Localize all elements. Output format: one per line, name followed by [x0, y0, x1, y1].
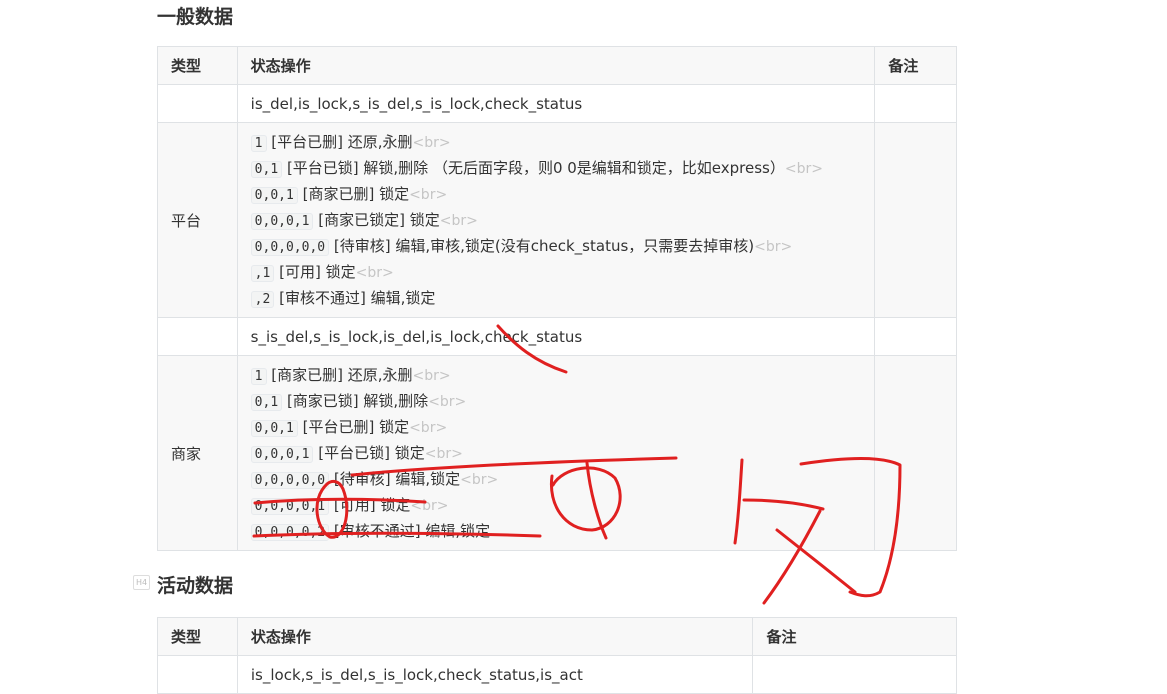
status-line: 1 [商家已删] 还原,永删<br>: [250, 362, 862, 388]
status-description: [商家已删] 还原,永删: [271, 366, 413, 384]
br-tag-literal: <br>: [409, 420, 448, 436]
status-line: 0,0,0,0,0 [待审核] 编辑,锁定<br>: [250, 466, 862, 492]
br-tag-literal: <br>: [439, 213, 478, 229]
status-line: 0,0,0,0,2 [审核不通过] 编辑,锁定: [250, 518, 862, 544]
status-line: 0,1 [商家已锁] 解锁,删除<br>: [250, 388, 862, 414]
br-tag-literal: <br>: [460, 472, 499, 488]
status-line: ,2 [审核不通过] 编辑,锁定: [250, 285, 862, 311]
merchant-ops-cell: 1 [商家已删] 还原,永删<br> 0,1 [商家已锁] 解锁,删除<br> 0,…: [236, 355, 876, 551]
br-tag-literal: <br>: [784, 161, 823, 177]
header-notes: 备注: [752, 617, 957, 656]
status-code: 0,0,0,0,0: [250, 239, 330, 256]
merchant-fields-text: s_is_del,s_is_lock,is_del,is_lock,check_…: [250, 327, 583, 346]
status-code: 0,1: [250, 161, 283, 178]
status-code: 0,0,0,0,2: [250, 524, 330, 541]
status-description: [商家已锁定] 锁定: [318, 211, 440, 229]
status-line: 1 [平台已删] 还原,永删<br>: [250, 129, 862, 155]
br-tag-literal: <br>: [424, 446, 463, 462]
br-tag-literal: <br>: [428, 394, 467, 410]
status-description: [平台已锁] 锁定: [318, 444, 425, 462]
merchant-fields-cell: s_is_del,s_is_lock,is_del,is_lock,check_…: [236, 317, 876, 356]
status-line: 0,0,0,0,1 [可用] 锁定<br>: [250, 492, 862, 518]
status-code: ,1: [250, 265, 275, 282]
notes-cell: [874, 122, 957, 318]
status-description: [商家已锁] 解锁,删除: [286, 392, 429, 410]
status-description: [审核不通过] 编辑,锁定: [333, 522, 491, 540]
header-status-ops: 状态操作: [236, 46, 876, 85]
status-description: [审核不通过] 编辑,锁定: [279, 289, 436, 307]
status-description: [平台已删] 锁定: [302, 418, 410, 436]
status-code: 0,1: [250, 394, 283, 411]
br-tag-literal: <br>: [412, 135, 451, 151]
status-code: 0,0,0,0,0: [250, 472, 330, 489]
status-code: 0,0,0,1: [250, 213, 314, 230]
br-tag-literal: <br>: [754, 239, 793, 255]
type-cell-empty: [157, 317, 238, 356]
platform-fields-text: is_del,is_lock,s_is_del,s_is_lock,check_…: [250, 94, 583, 113]
status-line: 0,0,0,0,0 [待审核] 编辑,审核,锁定(没有check_status，…: [250, 233, 862, 259]
status-code: 0,0,0,0,1: [250, 498, 330, 515]
status-line: 0,0,0,1 [商家已锁定] 锁定<br>: [250, 207, 862, 233]
status-code: 0,0,1: [250, 187, 298, 204]
general-data-table: 类型 状态操作 备注 is_del,is_lock,s_is_del,s_is_…: [157, 46, 957, 551]
status-description: [待审核] 编辑,锁定: [333, 470, 461, 488]
header-type: 类型: [157, 617, 238, 656]
status-description: [可用] 锁定: [333, 496, 411, 514]
header-notes: 备注: [874, 46, 957, 85]
platform-ops-cell: 1 [平台已删] 还原,永删<br> 0,1 [平台已锁] 解锁,删除 （无后面字…: [236, 122, 876, 318]
section-title-activity: 活动数据: [157, 575, 234, 597]
header-status-ops: 状态操作: [236, 617, 754, 656]
status-description: [可用] 锁定: [279, 263, 356, 281]
header-type: 类型: [157, 46, 238, 85]
type-cell-platform: 平台: [157, 122, 238, 318]
status-code: 0,0,0,1: [250, 446, 314, 463]
status-description: [平台已删] 还原,永删: [271, 133, 413, 151]
platform-lines: 1 [平台已删] 还原,永删<br> 0,1 [平台已锁] 解锁,删除 （无后面字…: [250, 129, 862, 311]
platform-fields-cell: is_del,is_lock,s_is_del,s_is_lock,check_…: [236, 84, 876, 123]
status-code: 1: [250, 135, 267, 152]
status-line: 0,0,1 [商家已删] 锁定<br>: [250, 181, 862, 207]
status-code: 1: [250, 368, 267, 385]
status-code: ,2: [250, 291, 275, 308]
br-tag-literal: <br>: [355, 265, 394, 281]
status-description: [商家已删] 锁定: [302, 185, 410, 203]
type-cell-merchant: 商家: [157, 355, 238, 551]
status-line: 0,0,1 [平台已删] 锁定<br>: [250, 414, 862, 440]
br-tag-literal: <br>: [409, 187, 448, 203]
br-tag-literal: <br>: [412, 368, 451, 384]
notes-cell: [874, 317, 957, 356]
heading-level-badge: H4: [133, 575, 150, 590]
status-line: ,1 [可用] 锁定<br>: [250, 259, 862, 285]
type-cell-empty: [157, 84, 238, 123]
notes-cell: [874, 355, 957, 551]
notes-cell: [874, 84, 957, 123]
activity-data-table: 类型 状态操作 备注 is_lock,s_is_del,s_is_lock,ch…: [157, 617, 957, 694]
status-description: [平台已锁] 解锁,删除 （无后面字段，则0 0是编辑和锁定，比如express…: [286, 159, 785, 177]
status-description: [待审核] 编辑,审核,锁定(没有check_status，只需要去掉审核): [333, 237, 755, 255]
status-line: 0,1 [平台已锁] 解锁,删除 （无后面字段，则0 0是编辑和锁定，比如exp…: [250, 155, 862, 181]
status-line: 0,0,0,1 [平台已锁] 锁定<br>: [250, 440, 862, 466]
section-title-general: 一般数据: [157, 6, 234, 28]
status-code: 0,0,1: [250, 420, 298, 437]
activity-fields-text: is_lock,s_is_del,s_is_lock,check_status,…: [250, 665, 583, 684]
br-tag-literal: <br>: [410, 498, 449, 514]
merchant-lines: 1 [商家已删] 还原,永删<br> 0,1 [商家已锁] 解锁,删除<br> 0,…: [250, 362, 862, 544]
